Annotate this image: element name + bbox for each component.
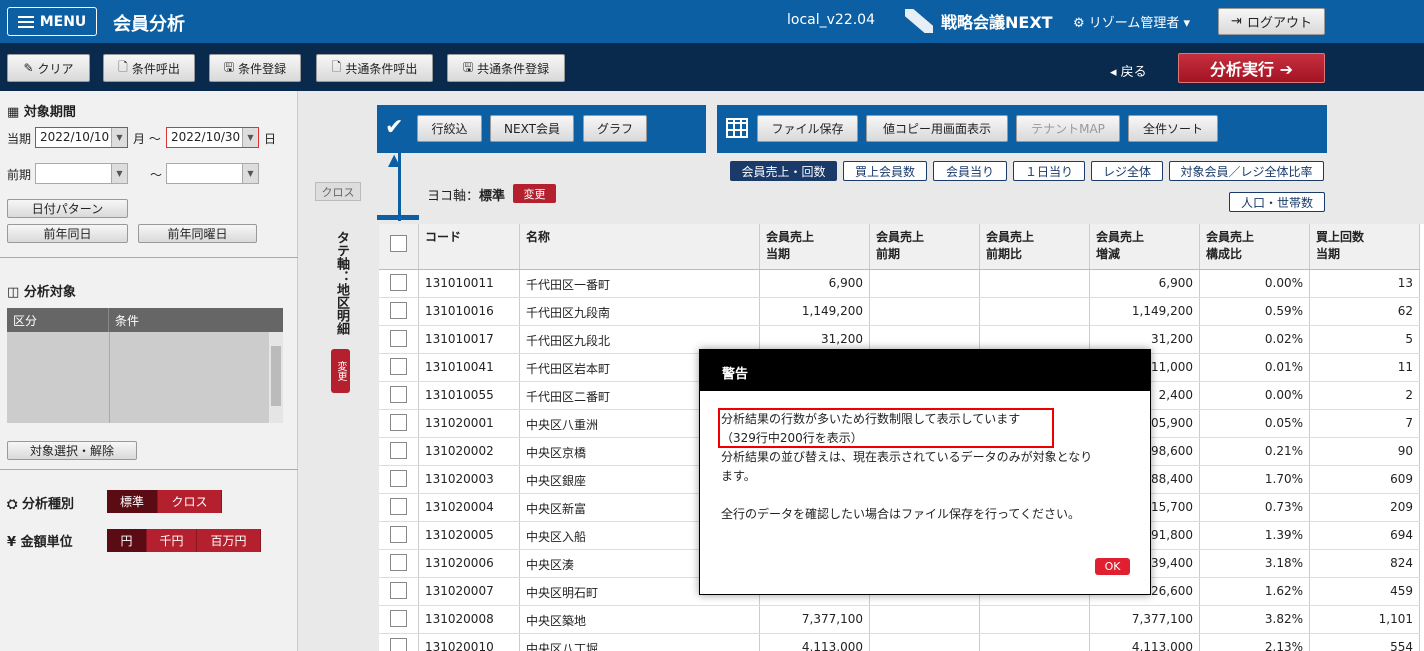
- dialog-title: 警告: [700, 350, 1150, 391]
- ok-button[interactable]: OK: [1095, 558, 1130, 575]
- dialog-line-3: 分析結果の並び替えは、現在表示されているデータのみが対象となり: [721, 450, 1093, 464]
- highlight-box: [718, 408, 1054, 448]
- modal-overlay: 警告 分析結果の行数が多いため行数制限して表示しています （329行中200行を…: [0, 0, 1424, 651]
- dialog-line-5: 全行のデータを確認したい場合はファイル保存を行ってください。: [721, 507, 1081, 521]
- warning-dialog: 警告 分析結果の行数が多いため行数制限して表示しています （329行中200行を…: [699, 349, 1151, 595]
- dialog-line-4: ます。: [721, 469, 756, 483]
